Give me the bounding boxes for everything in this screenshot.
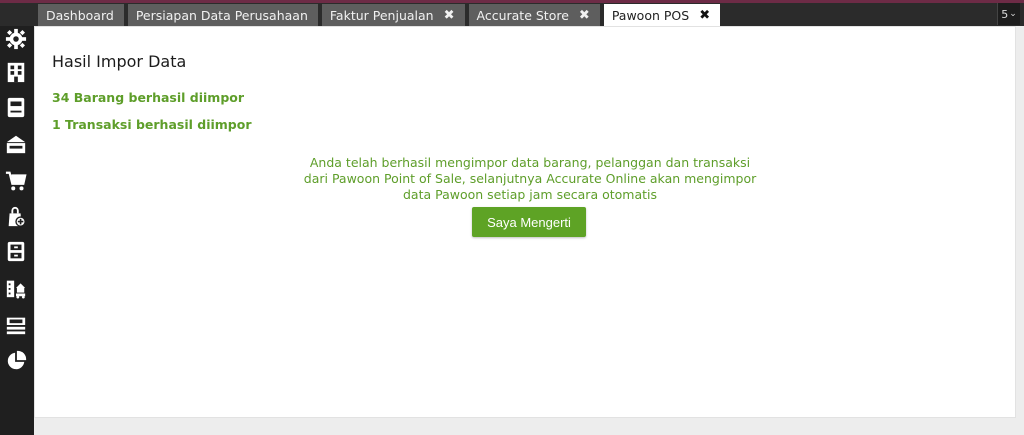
main-content-panel: Hasil Impor Data 34 Barang berhasil diim… [34,26,1016,418]
cart-icon[interactable] [5,170,27,192]
page-title: Hasil Impor Data [52,52,187,71]
close-icon[interactable]: ✖ [444,8,455,23]
cabinet-icon[interactable] [5,240,27,262]
settings-gear-icon[interactable] [5,28,27,50]
top-bar: Dashboard Persiapan Data Perusahaan Fakt… [0,0,1024,26]
cash-money-icon[interactable] [5,314,27,336]
report-pie-chart-icon[interactable] [5,350,27,372]
purchase-card-icon[interactable] [5,133,27,155]
tab-label: Dashboard [46,7,114,23]
tab-label: Pawoon POS [611,7,690,23]
chevron-down-icon: ⌄ [1009,9,1017,19]
tab-label: Persiapan Data Perusahaan [135,7,308,23]
import-result-items: 34 Barang berhasil diimpor [52,90,245,105]
top-accent-line [0,0,1024,3]
tab-label: Accurate Store [476,7,569,23]
company-building-icon[interactable] [5,61,27,83]
assets-buildings-icon[interactable] [5,277,27,299]
tab-accurate-store[interactable]: Accurate Store ✖ [468,4,600,26]
confirm-button[interactable]: Saya Mengerti [472,207,586,237]
ledger-book-icon[interactable] [5,96,27,118]
tab-faktur-penjualan[interactable]: Faktur Penjualan ✖ [321,4,465,26]
tab-persiapan-data-perusahaan[interactable]: Persiapan Data Perusahaan [127,4,318,26]
import-success-message: Anda telah berhasil mengimpor data baran… [303,155,757,202]
open-tabs-count: 5 [1001,7,1009,21]
tab-label: Faktur Penjualan [329,7,434,23]
tab-strip: Dashboard Persiapan Data Perusahaan Fakt… [38,4,721,26]
close-icon[interactable]: ✖ [579,8,590,23]
open-tabs-dropdown[interactable]: 5 ⌄ [997,3,1020,25]
sidebar [0,26,34,435]
close-icon[interactable]: ✖ [699,8,710,23]
import-result-transactions: 1 Transaksi berhasil diimpor [52,117,252,132]
tab-pawoon-pos[interactable]: Pawoon POS ✖ [603,4,721,26]
tab-dashboard[interactable]: Dashboard [38,4,124,26]
inventory-bag-icon[interactable] [5,206,27,228]
